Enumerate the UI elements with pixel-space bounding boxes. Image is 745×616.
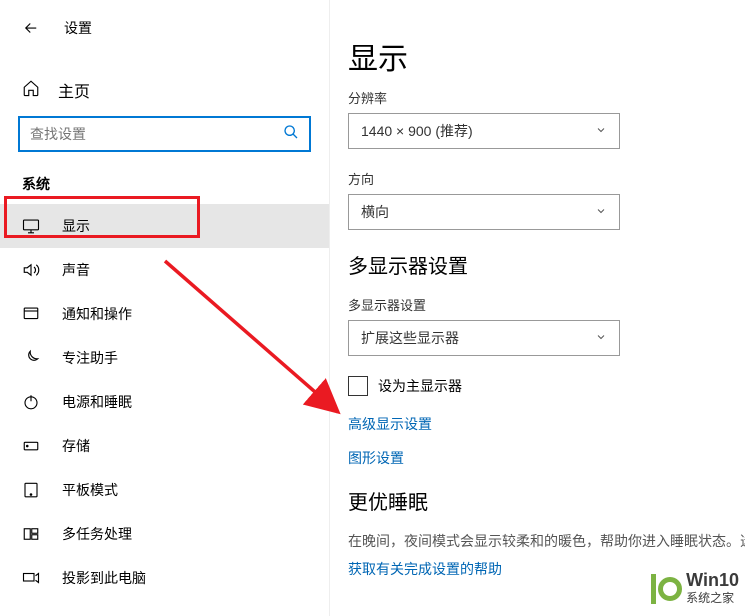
- select-value: 横向: [361, 202, 389, 222]
- power-icon: [22, 393, 40, 411]
- select-value: 1440 × 900 (推荐): [361, 121, 473, 141]
- graphics-settings-link[interactable]: 图形设置: [348, 448, 745, 468]
- sidebar-item-label: 通知和操作: [62, 304, 132, 324]
- home-icon: [22, 79, 40, 102]
- back-button[interactable]: [22, 19, 40, 37]
- sidebar-item-label: 主页: [58, 78, 90, 102]
- chevron-down-icon: [595, 123, 607, 139]
- watermark-line1: Win10: [686, 571, 739, 589]
- search-input[interactable]: [20, 126, 273, 142]
- section-label: 系统: [0, 174, 329, 204]
- sidebar-item-label: 电源和睡眠: [62, 392, 132, 412]
- sidebar-item-label: 平板模式: [62, 480, 118, 500]
- advanced-display-link[interactable]: 高级显示设置: [348, 414, 745, 434]
- watermark-line2: 系统之家: [686, 589, 739, 606]
- sleep-description: 在晚间，夜间模式会显示较柔和的暖色，帮助你进入睡眠状态。选: [348, 531, 745, 551]
- tablet-icon: [22, 481, 40, 499]
- sidebar-item-label: 多任务处理: [62, 524, 132, 544]
- speaker-icon: [22, 261, 40, 279]
- multi-display-select[interactable]: 扩展这些显示器: [348, 320, 620, 356]
- sidebar-item-sound[interactable]: 声音: [0, 248, 329, 292]
- monitor-icon: [22, 217, 40, 235]
- watermark-logo-icon: [651, 574, 682, 604]
- sidebar-item-tablet[interactable]: 平板模式: [0, 468, 329, 512]
- sidebar-item-home[interactable]: 主页: [0, 70, 329, 116]
- orientation-label: 方向: [348, 169, 745, 188]
- primary-display-checkbox[interactable]: 设为主显示器: [348, 376, 745, 396]
- chevron-down-icon: [595, 330, 607, 346]
- orientation-select[interactable]: 横向: [348, 194, 620, 230]
- window-title: 设置: [64, 18, 92, 38]
- project-icon: [22, 569, 40, 587]
- sidebar-item-power[interactable]: 电源和睡眠: [0, 380, 329, 424]
- sidebar-item-label: 显示: [62, 216, 90, 236]
- resolution-label: 分辨率: [348, 88, 745, 107]
- checkbox-icon: [348, 376, 368, 396]
- select-value: 扩展这些显示器: [361, 328, 459, 348]
- multitask-icon: [22, 525, 40, 543]
- search-box[interactable]: [18, 116, 311, 152]
- sidebar-item-label: 专注助手: [62, 348, 118, 368]
- watermark: Win10 系统之家: [651, 571, 739, 606]
- checkbox-label: 设为主显示器: [378, 376, 462, 396]
- nav-list: 显示 声音 通知和操作 专注助手 电源和睡眠 存储: [0, 204, 329, 600]
- sidebar: 设置 主页 系统 显示 声音: [0, 0, 330, 616]
- sidebar-item-display[interactable]: 显示: [0, 204, 329, 248]
- multi-display-heading: 多显示器设置: [348, 250, 745, 279]
- sidebar-item-multitask[interactable]: 多任务处理: [0, 512, 329, 556]
- resolution-select[interactable]: 1440 × 900 (推荐): [348, 113, 620, 149]
- moon-icon: [22, 349, 40, 367]
- page-title: 显示: [348, 34, 745, 78]
- chevron-down-icon: [595, 204, 607, 220]
- sidebar-item-notifications[interactable]: 通知和操作: [0, 292, 329, 336]
- arrow-left-icon: [22, 19, 40, 37]
- sidebar-item-label: 声音: [62, 260, 90, 280]
- sidebar-item-project[interactable]: 投影到此电脑: [0, 556, 329, 600]
- sidebar-item-storage[interactable]: 存储: [0, 424, 329, 468]
- main-content: 显示 分辨率 1440 × 900 (推荐) 方向 横向 多显示器设置 多显示器…: [330, 0, 745, 616]
- sidebar-item-focus[interactable]: 专注助手: [0, 336, 329, 380]
- sidebar-item-label: 存储: [62, 436, 90, 456]
- storage-icon: [22, 437, 40, 455]
- sidebar-item-label: 投影到此电脑: [62, 568, 146, 588]
- multi-display-label: 多显示器设置: [348, 295, 745, 314]
- sleep-heading: 更优睡眠: [348, 486, 745, 515]
- search-icon: [273, 124, 309, 145]
- notification-icon: [22, 305, 40, 323]
